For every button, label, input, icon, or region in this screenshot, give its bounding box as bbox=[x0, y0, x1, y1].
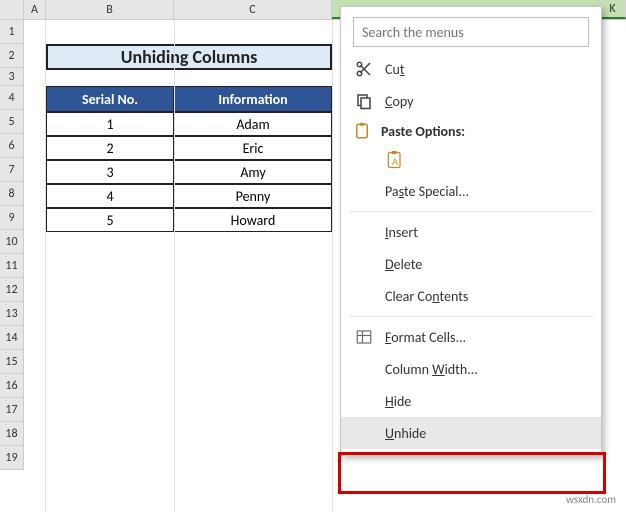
table-header-serial[interactable]: Serial No. bbox=[46, 86, 174, 112]
watermark: wsxdn.com bbox=[566, 493, 616, 506]
context-menu: Search the menus Cut Copy Paste Options:… bbox=[340, 6, 602, 456]
menu-column-width-label: Column Width... bbox=[385, 361, 587, 378]
menu-delete-label: Delete bbox=[385, 256, 587, 273]
menu-paste-options: Paste Options: bbox=[341, 117, 601, 145]
menu-search-input[interactable]: Search the menus bbox=[353, 17, 589, 47]
menu-paste-special-label: Paste Special... bbox=[385, 183, 587, 200]
clipboard-icon bbox=[353, 122, 371, 140]
svg-text:A: A bbox=[392, 157, 399, 167]
blank-icon bbox=[353, 422, 375, 444]
menu-clear-contents-label: Clear Contents bbox=[385, 288, 587, 305]
row-header-15[interactable]: 15 bbox=[0, 350, 24, 374]
table-row[interactable]: 5 bbox=[46, 208, 174, 232]
menu-separator bbox=[349, 316, 593, 317]
blank-icon bbox=[353, 358, 375, 380]
blank-icon bbox=[353, 390, 375, 412]
spreadsheet: A B C K 1 2 3 4 5 6 7 8 9 10 11 12 13 14… bbox=[0, 0, 626, 512]
menu-copy[interactable]: Copy bbox=[341, 85, 601, 117]
row-header-11[interactable]: 11 bbox=[0, 254, 24, 278]
table-row[interactable]: Penny bbox=[174, 184, 332, 208]
col-header-K[interactable]: K bbox=[600, 0, 626, 19]
menu-format-cells[interactable]: Format Cells... bbox=[341, 321, 601, 353]
row-header-10[interactable]: 10 bbox=[0, 230, 24, 254]
table-header-info[interactable]: Information bbox=[174, 86, 332, 112]
select-all-corner[interactable] bbox=[0, 0, 24, 19]
table-row[interactable]: Adam bbox=[174, 112, 332, 136]
table-row[interactable]: Eric bbox=[174, 136, 332, 160]
col-header-C[interactable]: C bbox=[174, 0, 332, 19]
menu-cut[interactable]: Cut bbox=[341, 53, 601, 85]
row-header-3[interactable]: 3 bbox=[0, 68, 24, 86]
menu-separator bbox=[349, 211, 593, 212]
row-header-6[interactable]: 6 bbox=[0, 134, 24, 158]
menu-delete[interactable]: Delete bbox=[341, 248, 601, 280]
menu-search-placeholder: Search the menus bbox=[362, 24, 464, 41]
menu-unhide[interactable]: Unhide bbox=[341, 417, 601, 449]
row-header-9[interactable]: 9 bbox=[0, 206, 24, 230]
blank-icon bbox=[353, 221, 375, 243]
menu-column-width[interactable]: Column Width... bbox=[341, 353, 601, 385]
row-header-4[interactable]: 4 bbox=[0, 86, 24, 110]
col-header-B[interactable]: B bbox=[46, 0, 174, 19]
blank-icon bbox=[353, 285, 375, 307]
row-header-19[interactable]: 19 bbox=[0, 446, 24, 470]
copy-icon bbox=[353, 90, 375, 112]
menu-insert-label: Insert bbox=[385, 224, 587, 241]
menu-clear-contents[interactable]: Clear Contents bbox=[341, 280, 601, 312]
row-header-1[interactable]: 1 bbox=[0, 20, 24, 44]
col-header-A[interactable]: A bbox=[24, 0, 46, 19]
scissors-icon bbox=[353, 58, 375, 80]
menu-paste-special[interactable]: Paste Special... bbox=[341, 175, 601, 207]
menu-cut-label: Cut bbox=[385, 61, 587, 78]
paste-values-icon: A bbox=[385, 150, 405, 170]
row-header-13[interactable]: 13 bbox=[0, 302, 24, 326]
table-row[interactable]: 1 bbox=[46, 112, 174, 136]
row-header-5[interactable]: 5 bbox=[0, 110, 24, 134]
row-header-16[interactable]: 16 bbox=[0, 374, 24, 398]
menu-hide[interactable]: Hide bbox=[341, 385, 601, 417]
table-row[interactable]: 4 bbox=[46, 184, 174, 208]
row-header-12[interactable]: 12 bbox=[0, 278, 24, 302]
menu-hide-label: Hide bbox=[385, 393, 587, 410]
menu-copy-label: Copy bbox=[385, 93, 587, 110]
row-headers: 1 2 3 4 5 6 7 8 9 10 11 12 13 14 15 16 1… bbox=[0, 20, 24, 470]
table-row[interactable]: Amy bbox=[174, 160, 332, 184]
blank-icon bbox=[353, 253, 375, 275]
row-header-2[interactable]: 2 bbox=[0, 44, 24, 68]
title-cell[interactable]: Unhiding Columns bbox=[46, 44, 332, 70]
row-header-18[interactable]: 18 bbox=[0, 422, 24, 446]
menu-paste-option-values[interactable]: A bbox=[341, 145, 601, 175]
menu-insert[interactable]: Insert bbox=[341, 216, 601, 248]
menu-unhide-label: Unhide bbox=[385, 425, 587, 442]
format-cells-icon bbox=[353, 326, 375, 348]
blank-icon bbox=[353, 180, 375, 202]
row-header-8[interactable]: 8 bbox=[0, 182, 24, 206]
table-row[interactable]: 2 bbox=[46, 136, 174, 160]
menu-paste-options-label: Paste Options: bbox=[381, 123, 465, 140]
table-row[interactable]: Howard bbox=[174, 208, 332, 232]
row-header-7[interactable]: 7 bbox=[0, 158, 24, 182]
menu-format-cells-label: Format Cells... bbox=[385, 329, 587, 346]
row-header-17[interactable]: 17 bbox=[0, 398, 24, 422]
row-header-14[interactable]: 14 bbox=[0, 326, 24, 350]
table-row[interactable]: 3 bbox=[46, 160, 174, 184]
